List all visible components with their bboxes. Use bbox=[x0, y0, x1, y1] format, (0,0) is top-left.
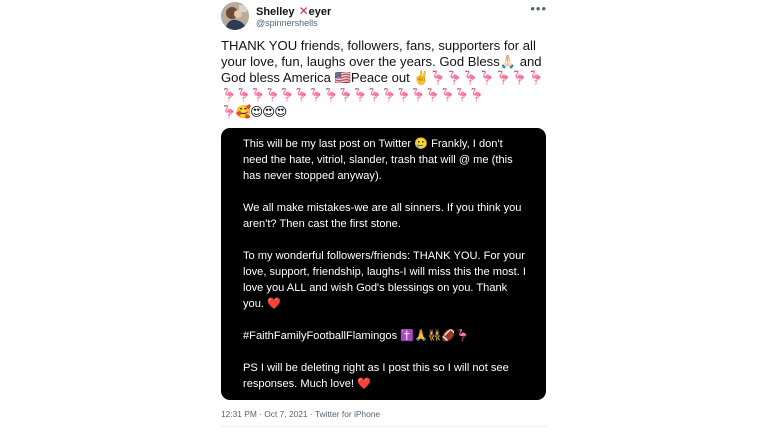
tweet-header: Shelley ✕eyer @spinnershells ••• bbox=[221, 2, 551, 32]
attached-image-text: This will be my last post on Twitter 🥲 F… bbox=[243, 138, 527, 390]
tweet-text: THANK YOU friends, followers, fans, supp… bbox=[221, 38, 546, 85]
author-name-rest: eyer bbox=[308, 6, 332, 18]
avatar-photo bbox=[221, 2, 249, 30]
more-options-icon[interactable]: ••• bbox=[530, 2, 547, 15]
author-name-first: Shelley bbox=[256, 6, 295, 18]
tweet-card: Shelley ✕eyer @spinnershells ••• THANK Y… bbox=[208, 0, 560, 432]
author-name[interactable]: Shelley ✕eyer bbox=[256, 5, 331, 18]
author-handle[interactable]: @spinnershells bbox=[256, 18, 318, 29]
tweet-timestamp[interactable]: 12:31 PM · Oct 7, 2021 · Twitter for iPh… bbox=[221, 409, 380, 420]
divider bbox=[221, 426, 547, 427]
attached-image[interactable]: This will be my last post on Twitter 🥲 F… bbox=[221, 128, 546, 400]
avatar[interactable] bbox=[221, 2, 249, 30]
tweet-emoji-line: 🦩🦩🦩🦩🦩🦩🦩🦩🦩🦩🦩🦩🦩🦩🦩🦩🦩🦩 🦩🥰😍😍😍 bbox=[221, 88, 484, 119]
x-mark-icon: ✕ bbox=[298, 4, 309, 18]
